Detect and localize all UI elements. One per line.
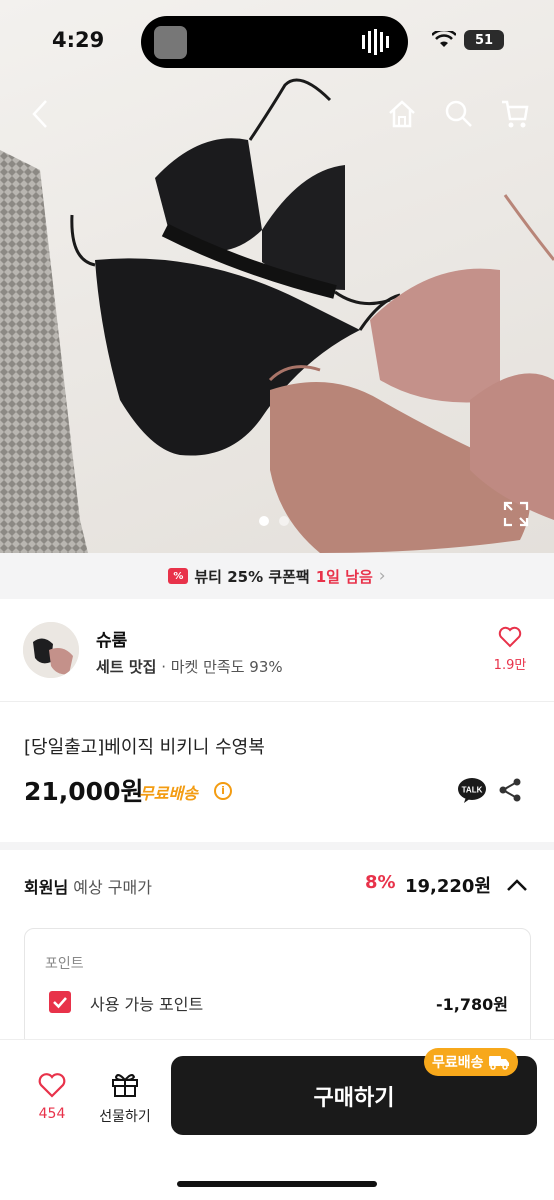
shop-like-button[interactable]: 1.9만 <box>490 626 530 673</box>
search-button[interactable] <box>441 96 477 132</box>
page-dot-active[interactable] <box>259 516 269 526</box>
dynamic-island <box>141 16 408 68</box>
free-shipping-label: 무료배송 <box>139 784 198 803</box>
status-bar: 4:29 51 <box>0 0 554 84</box>
shop-info[interactable]: 슈룸 세트 맛집 · 마켓 만족도 93% 1.9만 <box>0 600 554 702</box>
shop-description: 세트 맛집 · 마켓 만족도 93% <box>96 656 283 677</box>
member-expected-price: 19,220원 <box>405 876 492 897</box>
shop-satisfaction: · 마켓 만족도 93% <box>156 658 283 676</box>
checkmark-icon <box>53 997 67 1009</box>
gift-label: 선물하기 <box>99 1109 151 1125</box>
bottom-action-bar: 454 선물하기 구매하기 무료배송 <box>0 1040 554 1200</box>
info-icon[interactable]: i <box>214 782 232 800</box>
status-time: 4:29 <box>52 28 105 52</box>
svg-text:TALK: TALK <box>462 786 483 795</box>
truck-icon <box>488 1056 509 1070</box>
wifi-icon <box>432 31 456 47</box>
chevron-left-icon <box>32 100 47 128</box>
cart-button[interactable] <box>497 96 533 132</box>
home-button[interactable] <box>384 96 420 132</box>
heart-icon <box>498 626 522 648</box>
badge-label: 무료배송 <box>432 1055 484 1071</box>
product-title: [당일출고]베이직 비키니 수영복 <box>24 737 265 758</box>
section-divider <box>0 842 554 850</box>
now-playing-thumbnail <box>154 26 187 59</box>
shop-avatar[interactable] <box>23 622 79 678</box>
chevron-right-icon: › <box>378 566 386 586</box>
heart-icon <box>38 1073 66 1098</box>
coupon-icon: % <box>168 568 189 584</box>
product-image[interactable]: 4:29 51 <box>0 0 554 553</box>
member-discount: 8% <box>365 872 396 893</box>
search-icon <box>445 100 472 127</box>
shop-like-count: 1.9만 <box>493 658 527 673</box>
wish-button[interactable]: 454 <box>30 1072 74 1122</box>
coupon-text: 뷰티 25% 쿠폰팩 <box>194 567 310 586</box>
gift-icon <box>112 1074 138 1097</box>
back-button[interactable] <box>22 96 58 132</box>
home-icon <box>389 100 415 128</box>
member-label: 예상 구매가 <box>68 878 152 897</box>
battery-indicator: 51 <box>464 30 504 50</box>
top-nav <box>0 96 554 136</box>
points-item-label: 사용 가능 포인트 <box>90 995 204 1014</box>
fullscreen-icon[interactable] <box>503 501 529 527</box>
audio-wave-icon <box>362 29 389 55</box>
product-price: 21,000원 <box>24 777 144 806</box>
page-dot[interactable] <box>279 516 289 526</box>
kakao-talk-icon[interactable]: TALK <box>458 777 486 803</box>
coupon-banner[interactable]: % 뷰티 25% 쿠폰팩 1일 남음 › <box>0 553 554 599</box>
shop-tag: 세트 맛집 <box>96 658 157 676</box>
coupon-deadline: 1일 남음 <box>315 567 373 586</box>
gallery-pagination <box>259 516 289 526</box>
member-price-label: 회원님 예상 구매가 <box>24 874 152 898</box>
share-icon[interactable] <box>497 777 523 803</box>
points-panel: 포인트 사용 가능 포인트 -1,780원 <box>24 928 531 1048</box>
member-prefix: 회원님 <box>24 878 69 897</box>
gift-button[interactable]: 선물하기 <box>92 1070 158 1126</box>
shop-name[interactable]: 슈룸 <box>96 626 127 651</box>
points-checkbox[interactable] <box>49 991 71 1013</box>
free-shipping-badge: 무료배송 <box>424 1048 518 1076</box>
chevron-up-icon[interactable] <box>505 874 529 896</box>
wish-count: 454 <box>38 1106 66 1122</box>
home-indicator[interactable] <box>177 1181 377 1187</box>
cart-icon <box>502 100 529 128</box>
points-section-label: 포인트 <box>45 956 84 972</box>
points-amount: -1,780원 <box>436 995 508 1014</box>
